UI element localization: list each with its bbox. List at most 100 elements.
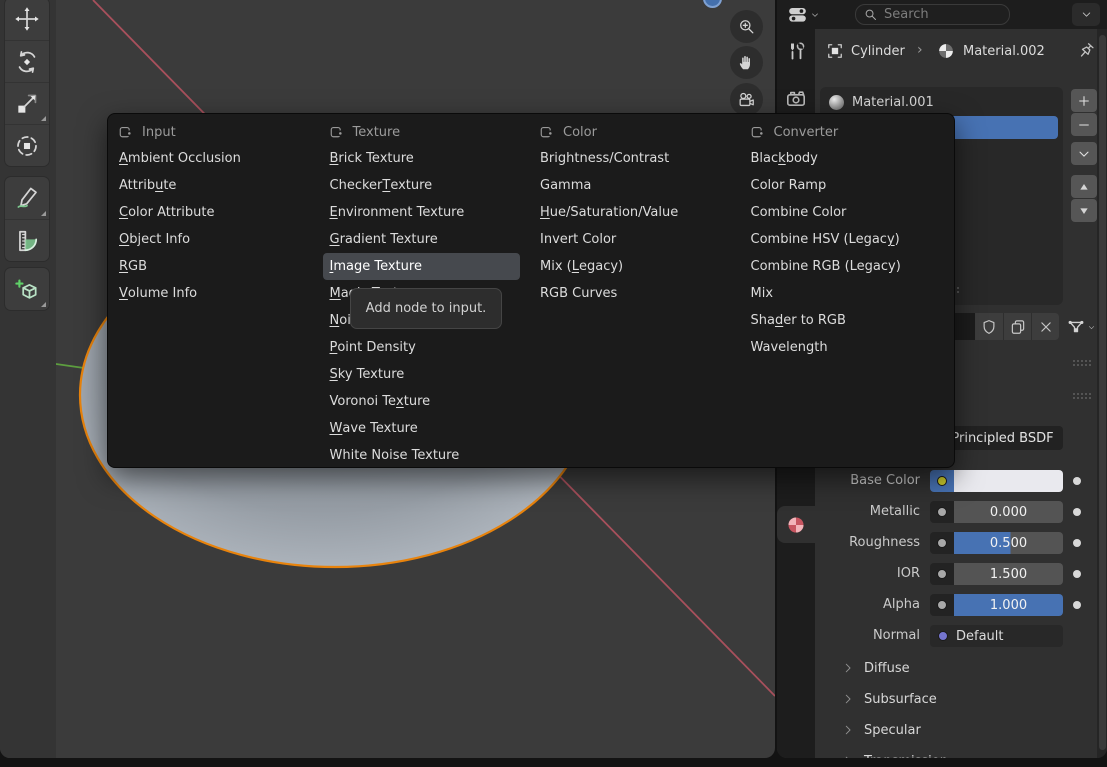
menu-column-header: Input [112, 120, 323, 145]
shield-button[interactable] [975, 313, 1003, 340]
search-input[interactable] [884, 7, 1002, 22]
measure-tool-button[interactable] [5, 219, 49, 261]
menu-item[interactable]: Environment Texture [323, 199, 521, 226]
menu-item[interactable]: RGB [112, 253, 310, 280]
value-slider[interactable]: 1.000 [954, 594, 1063, 616]
keyframe-dot[interactable] [1073, 477, 1081, 485]
value-slider[interactable]: 1.500 [954, 563, 1063, 585]
plus-button[interactable] [1071, 89, 1097, 112]
section-header-specular[interactable]: Specular [841, 718, 1071, 742]
material-slot-row[interactable]: Material.001 [823, 90, 1060, 114]
chevron-down-icon [1087, 323, 1096, 332]
search-box[interactable] [855, 4, 1010, 25]
menu-item[interactable]: Shader to RGB [744, 307, 942, 334]
minus-icon [1076, 117, 1092, 133]
socket-button[interactable] [930, 532, 954, 554]
value-slider[interactable]: 0.000 [954, 501, 1063, 523]
section-header-subsurface[interactable]: Subsurface [841, 687, 1071, 711]
chevron-right-icon [841, 661, 855, 675]
menu-item[interactable]: Mix (Legacy) [533, 253, 731, 280]
menu-item[interactable]: Combine Color [744, 199, 942, 226]
chevron-right-icon [841, 723, 855, 737]
menu-item[interactable]: Wavelength [744, 334, 942, 361]
menu-item[interactable]: Color Attribute [112, 199, 310, 226]
tri-up-button[interactable] [1071, 175, 1097, 198]
render-tab-button[interactable] [784, 86, 808, 110]
menu-item[interactable]: Object Info [112, 226, 310, 253]
menu-item[interactable]: Point Density [323, 334, 521, 361]
move-tool-button[interactable] [5, 0, 49, 40]
transform-tool-button[interactable] [5, 124, 49, 166]
scrollbar-thumb[interactable] [1099, 35, 1106, 750]
tri-up-icon [1076, 179, 1092, 195]
keyframe-dot[interactable] [1073, 539, 1081, 547]
pan-hand-button[interactable] [730, 46, 763, 79]
menu-item[interactable]: Checker Texture [323, 172, 521, 199]
measure-tool-icon [14, 228, 40, 254]
editor-type-button[interactable] [787, 3, 820, 26]
menu-item[interactable]: RGB Curves [533, 280, 731, 307]
minus-button[interactable] [1071, 113, 1097, 136]
menu-item[interactable]: Brick Texture [323, 145, 521, 172]
menu-item[interactable]: Gradient Texture [323, 226, 521, 253]
menu-item[interactable]: Combine RGB (Legacy) [744, 253, 942, 280]
filter-nodes-button[interactable] [1066, 315, 1096, 339]
menu-item[interactable]: Blackbody [744, 145, 942, 172]
menu-column-input: InputAmbient OcclusionAttributeColor Att… [112, 120, 323, 467]
menu-item[interactable]: Mix [744, 280, 942, 307]
camera-view-button[interactable] [730, 83, 763, 116]
keyframe-dot[interactable] [1073, 508, 1081, 516]
panel-grip[interactable] [1073, 393, 1091, 399]
menu-item[interactable]: Hue/Saturation/Value [533, 199, 731, 226]
menu-item[interactable]: Wave Texture [323, 415, 521, 442]
header-options-button[interactable] [1072, 3, 1100, 26]
menu-item[interactable]: Brightness/Contrast [533, 145, 731, 172]
rotate-tool-button[interactable] [5, 40, 49, 82]
annotate-tool-button[interactable] [5, 177, 49, 219]
normal-input-field[interactable]: Default [930, 625, 1063, 647]
scale-tool-button[interactable] [5, 82, 49, 124]
menu-item[interactable]: Sky Texture [323, 361, 521, 388]
menu-item[interactable]: Voronoi Texture [323, 388, 521, 415]
add-cube-tool-button[interactable] [5, 268, 49, 310]
panel-grip[interactable] [1073, 360, 1091, 366]
menu-item[interactable]: Ambient Occlusion [112, 145, 310, 172]
copy-button[interactable] [1003, 313, 1031, 340]
socket-button[interactable] [930, 563, 954, 585]
close-button[interactable] [1031, 313, 1059, 340]
menu-item[interactable]: Invert Color [533, 226, 731, 253]
menu-item[interactable]: Combine HSV (Legacy) [744, 226, 942, 253]
tool-tab-button[interactable] [784, 40, 808, 64]
menu-item[interactable]: Attribute [112, 172, 310, 199]
chevron-down-icon [1080, 8, 1093, 21]
breadcrumb-material: Material.002 [963, 42, 1045, 62]
menu-item[interactable]: Image Texture [323, 253, 521, 280]
menu-column-header: Texture [323, 120, 534, 145]
socket-button[interactable] [930, 470, 954, 492]
close-icon [1037, 318, 1055, 336]
base-color-swatch[interactable] [954, 470, 1063, 492]
menu-item[interactable]: Gamma [533, 172, 731, 199]
zoom-button[interactable] [730, 10, 763, 43]
property-label: Roughness [787, 532, 920, 554]
keyframe-dot[interactable] [1073, 570, 1081, 578]
socket-icon [938, 631, 948, 641]
menu-item[interactable]: Color Ramp [744, 172, 942, 199]
menu-item[interactable]: Volume Info [112, 280, 310, 307]
menu-item[interactable]: White Noise Texture [323, 442, 521, 469]
section-header-diffuse[interactable]: Diffuse [841, 656, 1071, 680]
value-slider[interactable]: 0.500 [954, 532, 1063, 554]
pin-icon[interactable] [1076, 41, 1096, 61]
keyframe-dot[interactable] [1073, 601, 1081, 609]
section-header-transmission[interactable]: Transmission [841, 749, 1071, 758]
socket-button[interactable] [930, 501, 954, 523]
shader-node-button[interactable]: Principled BSDF [942, 426, 1063, 450]
chevron-down-button[interactable] [1071, 142, 1097, 165]
node-insert-icon [329, 124, 346, 141]
zoom-icon [737, 17, 756, 36]
socket-button[interactable] [930, 594, 954, 616]
tri-down-button[interactable] [1071, 199, 1097, 222]
move-tool-icon [14, 6, 40, 32]
add-node-menu: InputAmbient OcclusionAttributeColor Att… [107, 113, 955, 468]
scrollbar[interactable] [1097, 29, 1107, 758]
